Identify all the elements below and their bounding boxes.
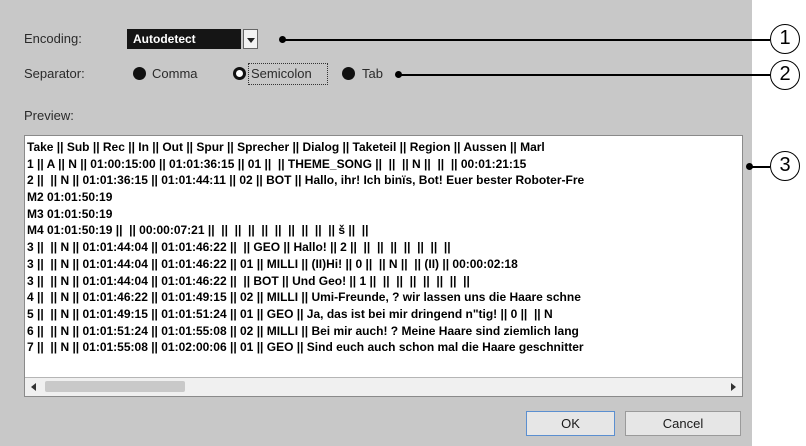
preview-line: 2 || || N || 01:01:36:15 || 01:01:44:11 … — [27, 173, 585, 188]
preview-line: 3 || || N || 01:01:44:04 || 01:01:46:22 … — [27, 256, 518, 271]
import-dialog: Encoding: Autodetect Separator: Comma Se… — [0, 0, 752, 446]
encoding-dropdown[interactable]: Autodetect — [127, 29, 258, 49]
encoding-value[interactable]: Autodetect — [127, 29, 241, 49]
separator-label: Separator: — [24, 66, 85, 81]
callout-2-marker: 2 — [770, 60, 800, 90]
callout-2-line — [398, 74, 770, 76]
radio-tab[interactable] — [342, 67, 355, 80]
arrow-right-icon[interactable] — [725, 379, 741, 395]
callout-1-marker: 1 — [770, 24, 800, 54]
cancel-button[interactable]: Cancel — [625, 411, 741, 436]
preview-line: 5 || || N || 01:01:49:15 || 01:01:51:24 … — [27, 306, 553, 321]
preview-line: 1 || A || N || 01:00:15:00 || 01:01:36:1… — [27, 156, 527, 171]
preview-line: 3 || || N || 01:01:44:04 || 01:01:46:22 … — [27, 273, 470, 288]
callout-3-marker: 3 — [770, 151, 800, 181]
chevron-down-icon[interactable] — [243, 29, 258, 49]
preview-line: M4 01:01:50:19 || || 00:00:07:21 || || |… — [27, 223, 369, 238]
preview-pane[interactable]: Take || Sub || Rec || In || Out || Spur … — [24, 135, 743, 397]
preview-label: Preview: — [24, 108, 74, 123]
radio-comma-label[interactable]: Comma — [152, 66, 198, 81]
preview-lines: Take || Sub || Rec || In || Out || Spur … — [27, 139, 742, 356]
radio-tab-label[interactable]: Tab — [362, 66, 383, 81]
radio-semicolon[interactable] — [233, 67, 246, 80]
arrow-left-icon[interactable] — [26, 379, 42, 395]
radio-comma[interactable] — [133, 67, 146, 80]
radio-semicolon-label[interactable]: Semicolon — [251, 66, 312, 81]
horizontal-scrollbar[interactable] — [25, 377, 742, 396]
ok-button[interactable]: OK — [526, 411, 615, 436]
scrollbar-thumb[interactable] — [45, 381, 185, 392]
preview-line: M3 01:01:50:19 — [27, 206, 113, 221]
preview-line: M2 01:01:50:19 — [27, 190, 113, 205]
callout-1-line — [282, 39, 770, 41]
callout-3-line — [749, 166, 770, 168]
preview-line: 3 || || N || 01:01:44:04 || 01:01:46:22 … — [27, 240, 451, 255]
preview-line: 6 || || N || 01:01:51:24 || 01:01:55:08 … — [27, 323, 579, 338]
preview-line: 4 || || N || 01:01:46:22 || 01:01:49:15 … — [27, 290, 581, 305]
preview-line: 7 || || N || 01:01:55:08 || 01:02:00:06 … — [27, 340, 584, 355]
preview-line: Take || Sub || Rec || In || Out || Spur … — [27, 140, 545, 154]
encoding-label: Encoding: — [24, 31, 82, 46]
